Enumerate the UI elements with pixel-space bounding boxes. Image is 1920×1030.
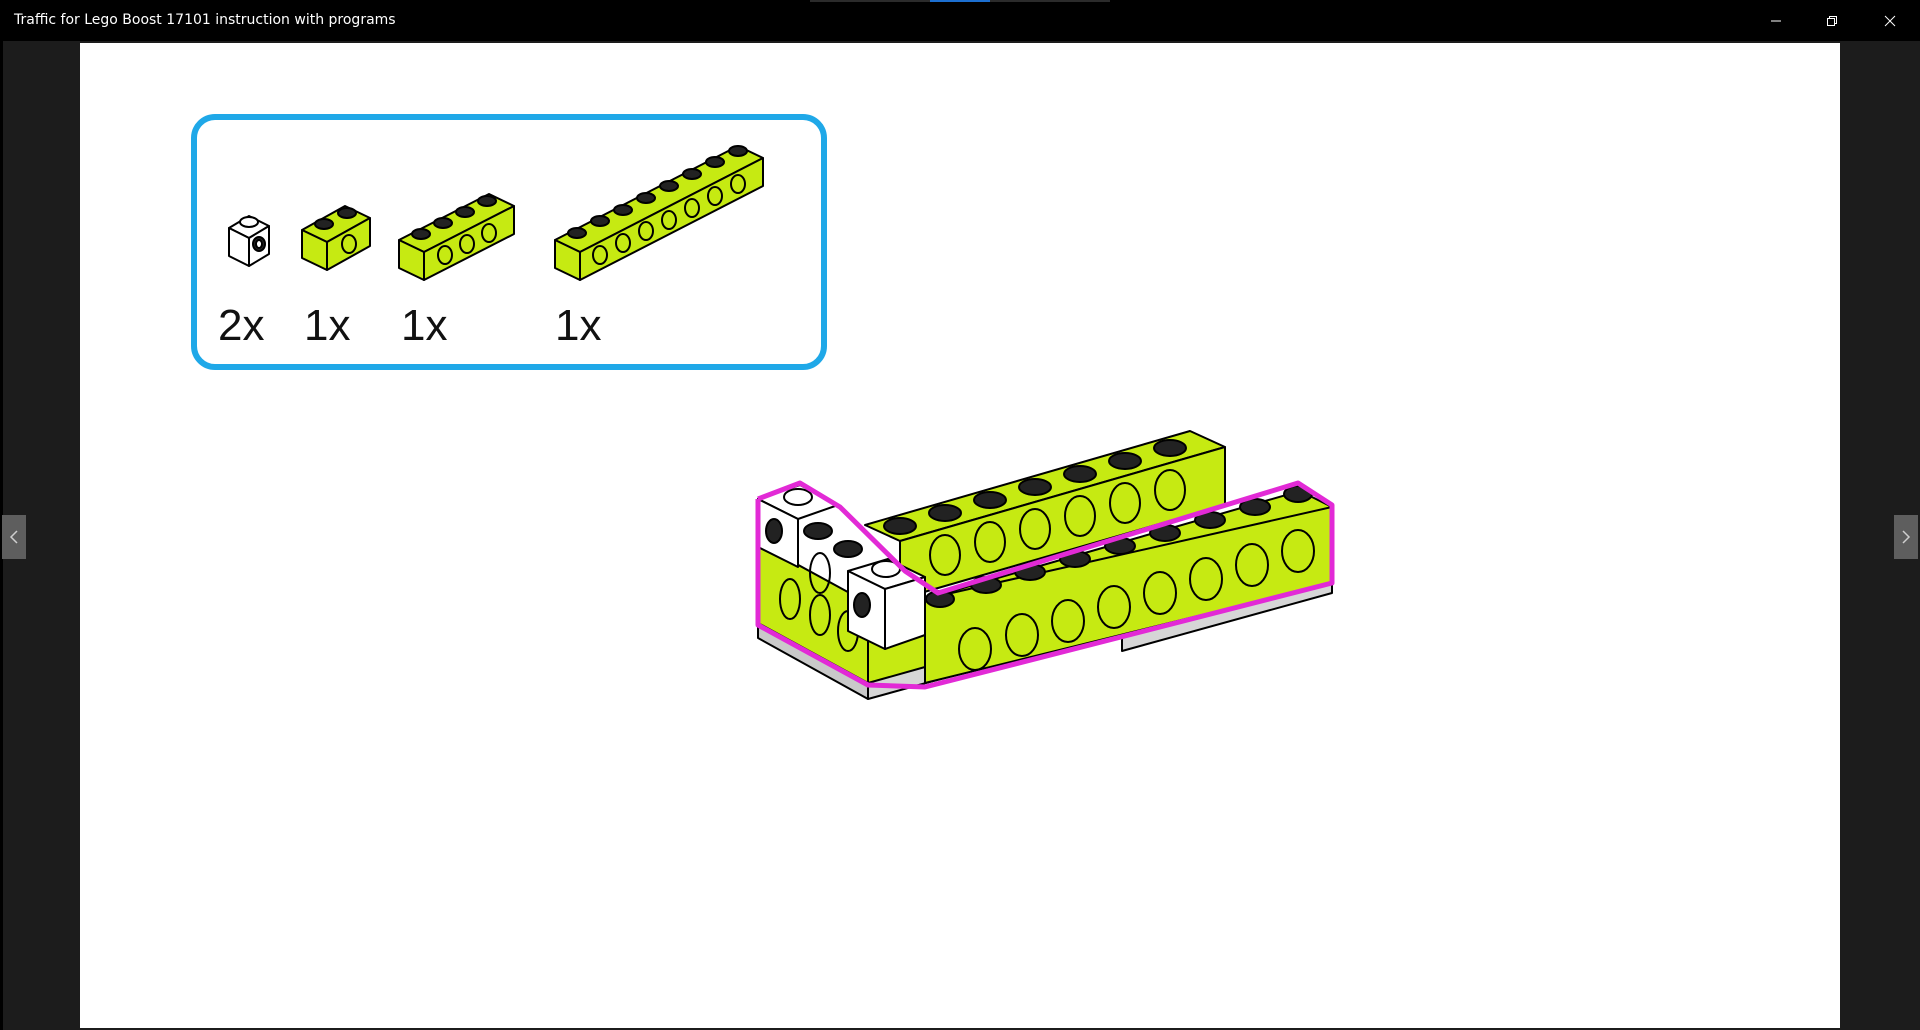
title-bar: Traffic for Lego Boost 17101 instruction… [0, 0, 1920, 41]
restore-icon [1827, 15, 1837, 26]
next-page-button[interactable] [1894, 515, 1918, 559]
part-white-1x1-brick [228, 215, 270, 267]
minimize-icon [1771, 20, 1781, 21]
minimize-button[interactable] [1748, 0, 1804, 41]
part-quantity: 1x [401, 301, 448, 350]
viewer-area: 2x 1x 1x 1x [0, 41, 1920, 1030]
chevron-left-icon [9, 530, 18, 544]
build-step-illustration [755, 430, 1335, 700]
close-button[interactable] [1862, 0, 1918, 41]
parts-callout: 2x 1x 1x 1x [191, 114, 827, 370]
part-lime-1x4-brick [398, 193, 515, 281]
white-1x1-brick [847, 558, 926, 650]
parts-illustration [228, 145, 764, 281]
part-quantity: 1x [304, 301, 351, 350]
part-lime-1x8-brick [554, 145, 764, 281]
restore-button[interactable] [1804, 0, 1860, 41]
chevron-right-icon [1902, 530, 1911, 544]
part-lime-1x2-brick [301, 205, 371, 271]
part-quantity: 2x [218, 301, 265, 350]
window-title: Traffic for Lego Boost 17101 instruction… [14, 12, 396, 28]
part-quantity: 1x [555, 301, 602, 350]
previous-page-button[interactable] [2, 515, 26, 559]
close-icon [1884, 15, 1896, 26]
instruction-page: 2x 1x 1x 1x [80, 43, 1840, 1028]
